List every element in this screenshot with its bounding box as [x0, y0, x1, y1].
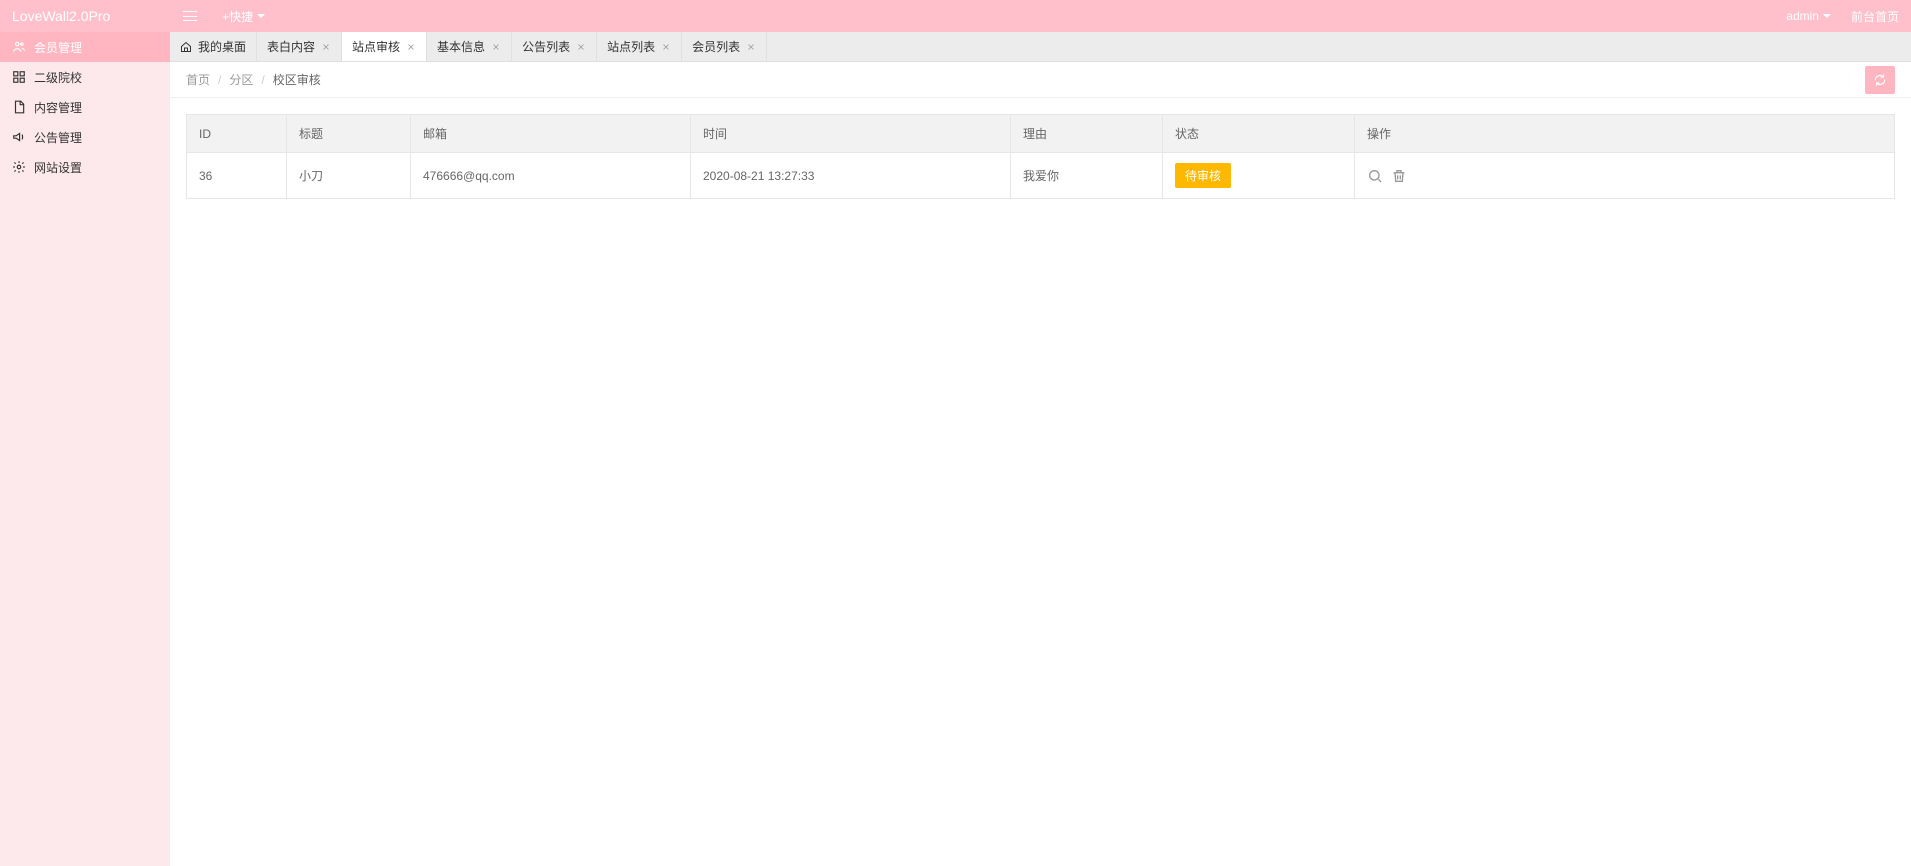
- close-icon[interactable]: [491, 42, 501, 52]
- breadcrumb-item-2: 校区审核: [273, 71, 321, 88]
- refresh-icon: [1873, 73, 1887, 87]
- cell-id: 36: [187, 153, 287, 198]
- sidebar-item-label: 公告管理: [34, 129, 82, 146]
- doc-icon: [12, 100, 26, 114]
- header-right: admin 前台首页: [1786, 8, 1899, 25]
- refresh-button[interactable]: [1865, 66, 1895, 94]
- tab-1[interactable]: 表白内容: [257, 32, 342, 61]
- tab-label: 我的桌面: [198, 38, 246, 55]
- th-id: ID: [187, 115, 287, 153]
- quick-nav-label: +快捷: [222, 8, 253, 25]
- sidebar-toggle-button[interactable]: [170, 11, 210, 21]
- quick-nav-dropdown[interactable]: +快捷: [210, 8, 277, 25]
- cell-time: 2020-08-21 13:27:33: [691, 153, 1011, 198]
- cell-reason: 我爱你: [1011, 153, 1163, 198]
- tab-5[interactable]: 站点列表: [597, 32, 682, 61]
- cell-email: 476666@qq.com: [411, 153, 691, 198]
- gear-icon: [12, 160, 26, 174]
- th-action: 操作: [1355, 115, 1894, 153]
- sidebar-item-label: 二级院校: [34, 69, 82, 86]
- tab-4[interactable]: 公告列表: [512, 32, 597, 61]
- tab-label: 会员列表: [692, 38, 740, 55]
- th-time: 时间: [691, 115, 1011, 153]
- sidebar-item-4[interactable]: 网站设置: [0, 152, 170, 182]
- tab-3[interactable]: 基本信息: [427, 32, 512, 61]
- caret-down-icon: [1823, 14, 1831, 18]
- cell-status: 待审核: [1163, 153, 1355, 198]
- th-status: 状态: [1163, 115, 1355, 153]
- header-bar: LoveWall2.0Pro +快捷 admin 前台首页: [0, 0, 1911, 32]
- app-logo: LoveWall2.0Pro: [12, 8, 170, 24]
- cell-title: 小刀: [287, 153, 411, 198]
- close-icon[interactable]: [661, 42, 671, 52]
- status-badge[interactable]: 待审核: [1175, 163, 1231, 188]
- sidebar-item-label: 网站设置: [34, 159, 82, 176]
- th-title: 标题: [287, 115, 411, 153]
- tab-0[interactable]: 我的桌面: [170, 32, 257, 61]
- tab-2[interactable]: 站点审核: [342, 32, 427, 61]
- sidebar-item-1[interactable]: 二级院校: [0, 62, 170, 92]
- breadcrumb-item-1[interactable]: 分区: [229, 71, 253, 88]
- home-icon: [180, 41, 192, 53]
- tab-label: 表白内容: [267, 38, 315, 55]
- tab-label: 基本信息: [437, 38, 485, 55]
- tabs-bar: 我的桌面 表白内容 站点审核 基本信息 公告列表 站点列表 会员列表: [170, 32, 1911, 62]
- close-icon[interactable]: [321, 42, 331, 52]
- th-email: 邮箱: [411, 115, 691, 153]
- tab-label: 站点列表: [607, 38, 655, 55]
- grid-icon: [12, 70, 26, 84]
- breadcrumb: 首页 / 分区 / 校区审核: [186, 71, 321, 88]
- th-reason: 理由: [1011, 115, 1163, 153]
- breadcrumb-item-0[interactable]: 首页: [186, 71, 210, 88]
- main: 我的桌面表白内容站点审核基本信息公告列表站点列表会员列表 首页/分区/校区审核 …: [170, 32, 1911, 866]
- user-dropdown[interactable]: admin: [1786, 9, 1831, 23]
- delete-icon[interactable]: [1391, 168, 1407, 184]
- content-area: ID 标题 邮箱 时间 理由 状态 操作 36小刀476666@qq.com20…: [170, 98, 1911, 866]
- layout: 会员管理二级院校内容管理公告管理网站设置 我的桌面 表白内容 站点审核 基本信息 公告列…: [0, 32, 1911, 866]
- menu-icon: [183, 11, 197, 21]
- tab-6[interactable]: 会员列表: [682, 32, 767, 61]
- sidebar-item-3[interactable]: 公告管理: [0, 122, 170, 152]
- user-icon: [12, 40, 26, 54]
- sidebar: 会员管理二级院校内容管理公告管理网站设置: [0, 32, 170, 866]
- front-page-link[interactable]: 前台首页: [1851, 8, 1899, 25]
- breadcrumb-separator: /: [261, 73, 264, 87]
- tab-label: 站点审核: [352, 38, 400, 55]
- close-icon[interactable]: [576, 42, 586, 52]
- close-icon[interactable]: [746, 42, 756, 52]
- close-icon[interactable]: [406, 42, 416, 52]
- view-icon[interactable]: [1367, 168, 1383, 184]
- table-header-row: ID 标题 邮箱 时间 理由 状态 操作: [187, 115, 1894, 153]
- user-name: admin: [1786, 9, 1819, 23]
- review-table: ID 标题 邮箱 时间 理由 状态 操作 36小刀476666@qq.com20…: [186, 114, 1895, 199]
- breadcrumb-bar: 首页 / 分区 / 校区审核: [170, 62, 1911, 98]
- breadcrumb-separator: /: [218, 73, 221, 87]
- sidebar-item-0[interactable]: 会员管理: [0, 32, 170, 62]
- caret-down-icon: [257, 14, 265, 18]
- sidebar-item-label: 会员管理: [34, 39, 82, 56]
- horn-icon: [12, 130, 26, 144]
- sidebar-item-2[interactable]: 内容管理: [0, 92, 170, 122]
- tab-label: 公告列表: [522, 38, 570, 55]
- sidebar-item-label: 内容管理: [34, 99, 82, 116]
- table-row: 36小刀476666@qq.com2020-08-21 13:27:33我爱你待…: [187, 153, 1894, 198]
- cell-action: [1355, 153, 1894, 198]
